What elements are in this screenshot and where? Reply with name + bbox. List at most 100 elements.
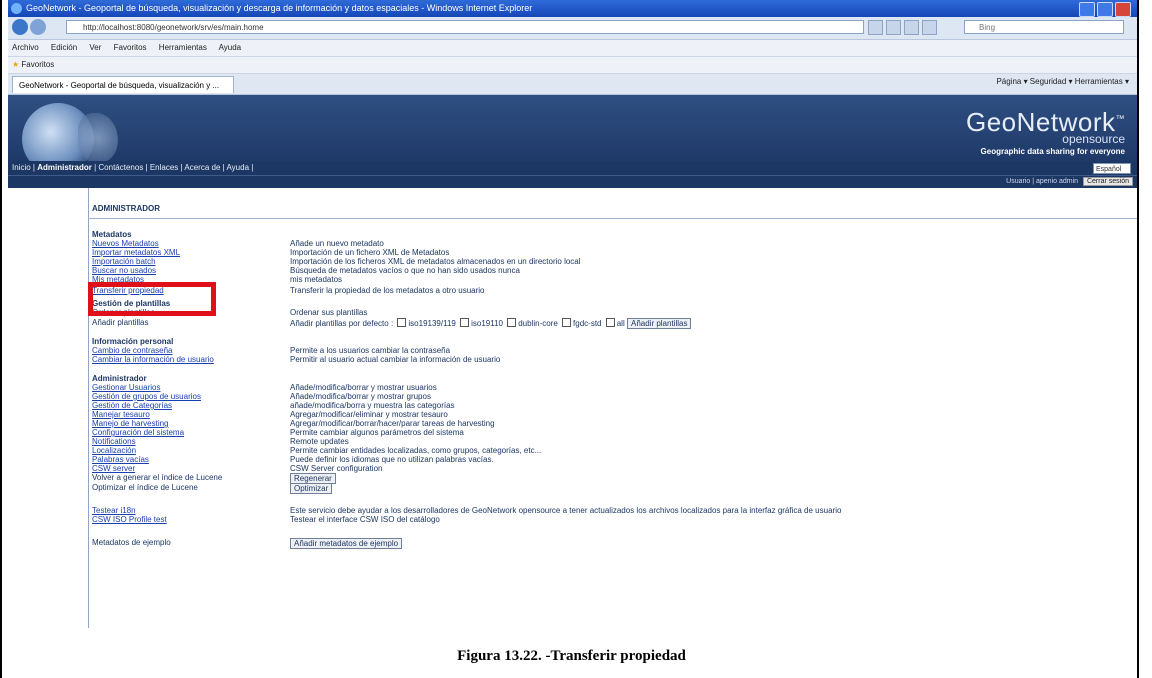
link-buscar-no-usados[interactable]: Buscar no usados — [92, 266, 156, 275]
maximize-icon[interactable] — [1097, 2, 1113, 17]
desc-testear-i18n: Este servicio debe ayudar a los desarrol… — [290, 506, 842, 515]
desc-buscar-no-usados: Búsqueda de metadatos vacíos o que no ha… — [290, 266, 520, 275]
address-bar: http://localhost:8080/geonetwork/srv/es/… — [8, 17, 1137, 40]
desc-categorias: añade/modifica/borra y muestra las categ… — [290, 401, 455, 410]
map-decoration-icon — [78, 113, 118, 163]
link-anadir-plantillas[interactable]: Añadir plantillas — [92, 318, 148, 327]
link-palabras-vacias[interactable]: Palabras vacías — [92, 455, 149, 464]
checkbox-iso19110[interactable] — [460, 318, 470, 327]
favorites-bar: ★ Favoritos — [8, 57, 1137, 74]
link-configuracion[interactable]: Configuración del sistema — [92, 428, 184, 437]
url-input[interactable]: http://localhost:8080/geonetwork/srv/es/… — [66, 20, 864, 34]
add-templates-button[interactable]: Añadir plantillas — [626, 318, 692, 329]
main-nav: Inicio | Administrador | Contáctenos | E… — [8, 161, 1137, 175]
user-info: Usuario | apenio admin — [1006, 178, 1079, 185]
section-administrador: Administrador — [92, 374, 147, 383]
admin-content: ADMINISTRADOR Metadatos Nuevos Metadatos… — [8, 188, 1137, 628]
desc-anadir-plantillas: Añadir plantillas por defecto : — [290, 319, 394, 328]
window-controls — [1079, 2, 1131, 17]
menu-bar: Archivo Edición Ver Favoritos Herramient… — [8, 40, 1137, 57]
command-bar[interactable]: Página ▾ Seguridad ▾ Herramientas ▾ — [996, 77, 1129, 86]
opt-dublin-core: dublin-core — [518, 319, 558, 328]
link-cambiar-info-usuario[interactable]: Cambiar la información de usuario — [92, 355, 214, 364]
link-gestionar-usuarios[interactable]: Gestionar Usuarios — [92, 383, 160, 392]
link-testear-i18n[interactable]: Testear i18n — [92, 506, 136, 515]
content-divider — [88, 188, 89, 628]
add-sample-metadata-button[interactable]: Añadir metadatos de ejemplo — [290, 538, 403, 549]
checkbox-dublin-core[interactable] — [507, 318, 517, 327]
close-icon[interactable] — [1115, 2, 1131, 17]
link-csw-iso-test[interactable]: CSW ISO Profile test — [92, 515, 167, 524]
favorites-star-icon[interactable]: ★ — [12, 60, 19, 69]
brand-tagline: Geographic data sharing for everyone — [980, 147, 1125, 156]
feed-icon[interactable] — [922, 20, 937, 35]
label-optimizar-indice: Optimizar el índice de Lucene — [92, 483, 198, 492]
menu-help[interactable]: Ayuda — [219, 43, 242, 52]
ie-logo-icon — [11, 3, 22, 14]
checkbox-fgdc[interactable] — [562, 318, 572, 327]
geonetwork-banner: GeoNetwork™ opensource Geographic data s… — [8, 95, 1137, 175]
desc-tesauro: Agregar/modificar/eliminar y mostrar tes… — [290, 410, 448, 419]
link-importacion-batch[interactable]: Importación batch — [92, 257, 156, 266]
window-title: GeoNetwork - Geoportal de búsqueda, visu… — [26, 3, 533, 13]
nav-home[interactable]: Inicio | — [12, 163, 37, 172]
menu-view[interactable]: Ver — [89, 43, 101, 52]
checkbox-iso19139[interactable] — [397, 318, 407, 327]
browser-screenshot: GeoNetwork - Geoportal de búsqueda, visu… — [8, 0, 1137, 640]
desc-importar-xml: Importación de un fichero XML de Metadat… — [290, 248, 450, 257]
link-csw-server[interactable]: CSW server — [92, 464, 135, 473]
heading-rule — [88, 218, 1137, 219]
link-cambio-contrasena[interactable]: Cambio de contraseña — [92, 346, 173, 355]
menu-file[interactable]: Archivo — [12, 43, 39, 52]
opt-iso19139: iso19139/119 — [408, 319, 456, 328]
link-tesauro[interactable]: Manejar tesauro — [92, 410, 150, 419]
desc-ordenar-plantillas: Ordenar sus plantillas — [290, 308, 368, 317]
link-localizacion[interactable]: Localización — [92, 446, 136, 455]
logout-button[interactable]: Cerrar sesión — [1082, 177, 1133, 186]
desc-palabras-vacias: Puede definir los idiomas que no utiliza… — [290, 455, 494, 464]
window-titlebar: GeoNetwork - Geoportal de búsqueda, visu… — [8, 0, 1137, 17]
forward-icon[interactable] — [30, 19, 46, 35]
back-icon[interactable] — [12, 19, 28, 35]
menu-edit[interactable]: Edición — [51, 43, 77, 52]
brand: GeoNetwork™ opensource Geographic data s… — [966, 107, 1125, 156]
desc-nuevos-metadatos: Añade un nuevo metadato — [290, 239, 384, 248]
link-notifications[interactable]: Notifications — [92, 437, 136, 446]
figure-caption: Figura 13.22. -Transferir propiedad — [457, 648, 686, 664]
desc-localizacion: Permite cambiar entidades localizadas, c… — [290, 446, 542, 455]
link-grupos-usuarios[interactable]: Gestión de grupos de usuarios — [92, 392, 201, 401]
minimize-icon[interactable] — [1079, 2, 1095, 17]
nav-admin[interactable]: Administrador — [37, 163, 92, 172]
compat-icon[interactable] — [868, 20, 883, 35]
link-importar-xml[interactable]: Importar metadatos XML — [92, 248, 180, 257]
opt-iso19110: iso19110 — [471, 319, 503, 328]
checkbox-all[interactable] — [605, 318, 615, 327]
refresh-icon[interactable] — [886, 20, 901, 35]
desc-csw-iso-test: Testear el interface CSW ISO del catálog… — [290, 515, 440, 524]
link-nuevos-metadatos[interactable]: Nuevos Metadatos — [92, 239, 159, 248]
search-input[interactable]: Bing — [964, 20, 1124, 34]
brand-tm: ™ — [1115, 113, 1125, 124]
nav-rest[interactable]: | Contáctenos | Enlaces | Acerca de | Ay… — [92, 163, 253, 172]
user-bar: Usuario | apenio admin Cerrar sesión — [8, 175, 1137, 188]
desc-notifications: Remote updates — [290, 437, 349, 446]
desc-csw-server: CSW Server configuration — [290, 464, 383, 473]
tab-geonetwork[interactable]: GeoNetwork - Geoportal de búsqueda, visu… — [12, 76, 234, 93]
desc-importacion-batch: Importación de los ficheros XML de metad… — [290, 257, 581, 266]
desc-harvesting: Agregar/modificar/borrar/hacer/parar tar… — [290, 419, 495, 428]
link-harvesting[interactable]: Manejo de harvesting — [92, 419, 169, 428]
link-categorias[interactable]: Gestión de Categorías — [92, 401, 172, 410]
desc-configuracion: Permite cambiar algunos parámetros del s… — [290, 428, 464, 437]
section-metadatos: Metadatos — [92, 230, 132, 239]
tab-bar: GeoNetwork - Geoportal de búsqueda, visu… — [8, 74, 1137, 95]
language-select[interactable]: Español — [1093, 163, 1131, 174]
favorites-label[interactable]: Favoritos — [21, 60, 54, 69]
admin-heading: ADMINISTRADOR — [92, 204, 160, 213]
menu-favorites[interactable]: Favoritos — [114, 43, 147, 52]
highlight-box — [88, 282, 216, 316]
template-options-row: Añadir plantillas por defecto : iso19139… — [290, 318, 692, 329]
stop-icon[interactable] — [904, 20, 919, 35]
optimize-button[interactable]: Optimizar — [290, 483, 333, 494]
desc-cambiar-info-usuario: Permitir al usuario actual cambiar la in… — [290, 355, 501, 364]
menu-tools[interactable]: Herramientas — [159, 43, 207, 52]
